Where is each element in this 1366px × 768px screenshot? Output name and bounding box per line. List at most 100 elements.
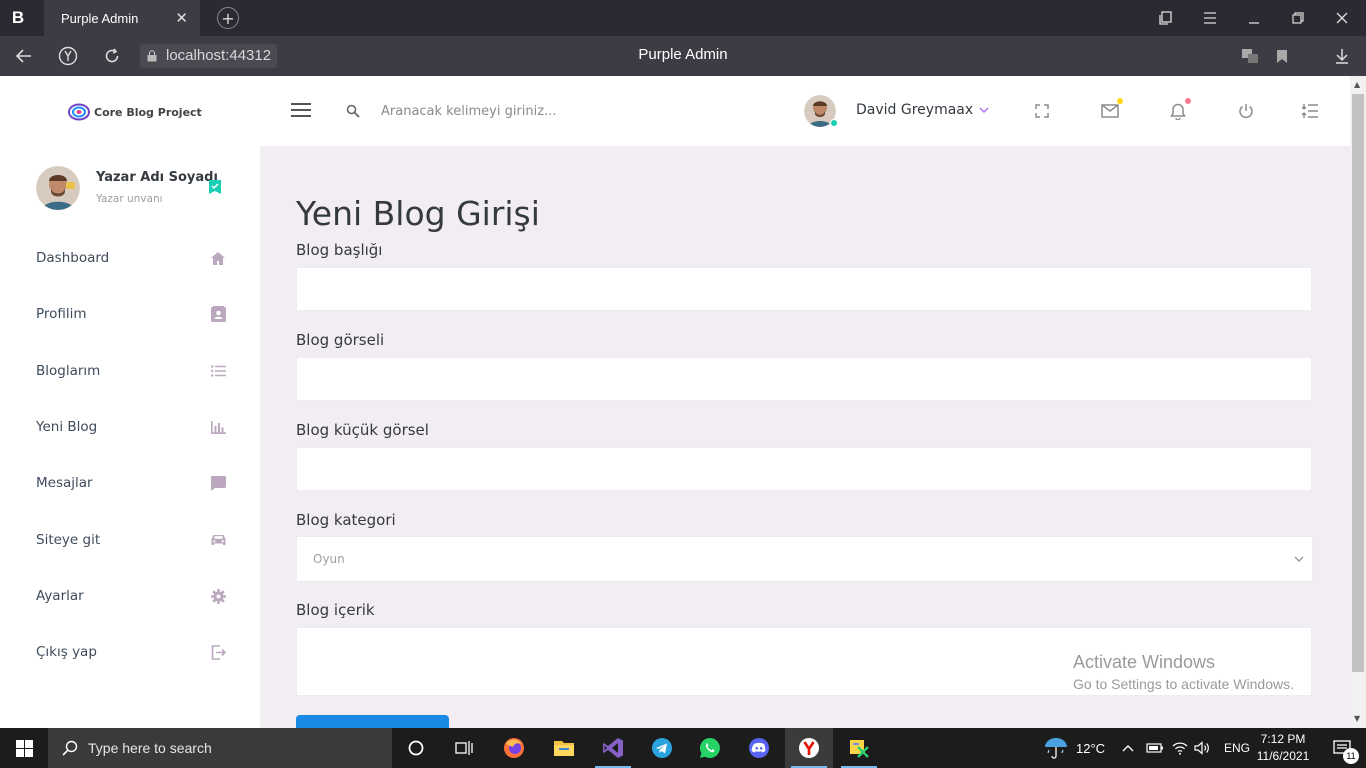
header-avatar[interactable] [804, 95, 838, 127]
hamburger-menu-icon[interactable] [291, 103, 311, 119]
page-scrollbar[interactable]: ▲ ▼ [1350, 76, 1366, 728]
blog-thumbnail-input[interactable] [296, 447, 1312, 491]
scroll-down-arrow-icon[interactable]: ▼ [1354, 714, 1360, 723]
visual-studio-icon[interactable] [589, 728, 637, 768]
sidebar-item-label: Siteye git [36, 532, 101, 548]
power-icon[interactable] [1235, 100, 1257, 122]
file-explorer-icon[interactable] [540, 728, 588, 768]
sidebar-item-cikis-yap[interactable]: Çıkış yap [36, 640, 226, 664]
chevron-down-icon [1294, 556, 1304, 562]
browser-tab-active[interactable]: Purple Admin ✕ [44, 0, 200, 36]
menu-icon[interactable] [1188, 0, 1232, 36]
tab-close-icon[interactable]: ✕ [175, 9, 188, 27]
url-field[interactable]: localhost:44312 [140, 44, 278, 68]
car-icon [210, 532, 226, 548]
brand-name: Core Blog Project [94, 105, 202, 119]
search-icon [62, 740, 78, 756]
browser-logo[interactable]: B [0, 0, 36, 36]
sidebar-item-label: Mesajlar [36, 475, 93, 491]
bell-icon[interactable] [1167, 98, 1191, 122]
format-list-icon[interactable] [1299, 100, 1321, 122]
yandex-browser-icon[interactable] [785, 728, 833, 768]
browser-tab-bar: B Purple Admin ✕ + [0, 0, 1366, 36]
blog-image-input[interactable] [296, 357, 1312, 401]
umbrella-icon [1045, 738, 1067, 759]
chevron-up-icon[interactable] [1122, 744, 1134, 752]
sidebar-item-label: Profilim [36, 306, 87, 322]
brand-swirl-icon [68, 103, 90, 121]
sidebar-item-mesajlar[interactable]: Mesajlar [36, 471, 226, 495]
scrollbar-thumb[interactable] [1352, 94, 1364, 672]
blog-title-label: Blog başlığı [296, 241, 383, 259]
new-tab-button[interactable]: + [217, 7, 239, 29]
bar-chart-icon [210, 419, 226, 435]
list-icon [210, 363, 226, 379]
discord-icon[interactable] [735, 728, 783, 768]
exit-icon [210, 644, 226, 660]
restore-icon[interactable] [1276, 0, 1320, 36]
verified-bookmark-icon [209, 180, 221, 194]
notification-count: 11 [1343, 748, 1359, 764]
main-content: Yeni Blog Girişi Blog başlığı Blog görse… [260, 146, 1350, 728]
profile-avatar [36, 166, 80, 210]
tab-title: Purple Admin [61, 10, 139, 26]
input-language[interactable]: ENG [1224, 741, 1250, 755]
system-tray[interactable]: ENG [1122, 728, 1250, 768]
bookmark-icon[interactable] [1270, 44, 1294, 68]
translate-icon[interactable] [1238, 44, 1262, 68]
search-input[interactable] [381, 99, 681, 123]
back-arrow-icon[interactable] [12, 44, 36, 68]
submit-button[interactable] [296, 715, 449, 728]
message-icon [210, 475, 226, 491]
weather-widget[interactable]: 12°C [1044, 728, 1105, 768]
sidebar: Yazar Adı Soyadı Yazar unvanı Dashboard … [0, 146, 260, 728]
mail-icon[interactable] [1099, 98, 1123, 122]
page-title: Yeni Blog Girişi [296, 194, 540, 233]
download-icon[interactable] [1330, 44, 1354, 68]
taskbar-clock[interactable]: 7:12 PM 11/6/2021 [1250, 731, 1316, 765]
task-view-icon[interactable] [440, 728, 488, 768]
sidebar-item-siteye-git[interactable]: Siteye git [36, 528, 226, 552]
brand-logo[interactable]: Core Blog Project [68, 103, 202, 121]
cortana-icon[interactable] [392, 728, 440, 768]
blog-content-textarea[interactable] [296, 627, 1312, 696]
blog-title-input[interactable] [296, 267, 1312, 311]
sticky-tool-icon[interactable] [835, 728, 883, 768]
chevron-down-icon [979, 106, 989, 113]
blog-category-select[interactable]: Oyun [296, 536, 1313, 582]
minimize-icon[interactable] [1232, 0, 1276, 36]
header-user-dropdown[interactable]: David Greymaax [856, 102, 989, 118]
taskbar-search[interactable]: Type here to search [48, 728, 392, 768]
blog-image-label: Blog görseli [296, 331, 385, 349]
telegram-icon[interactable] [638, 728, 686, 768]
firefox-icon[interactable] [490, 728, 538, 768]
app-header: Core Blog Project David Greymaax [0, 76, 1350, 146]
profile-name: Yazar Adı Soyadı [96, 170, 218, 185]
sidebar-item-label: Ayarlar [36, 588, 84, 604]
profile-title: Yazar unvanı [96, 193, 163, 205]
whatsapp-icon[interactable] [686, 728, 734, 768]
fullscreen-icon[interactable] [1031, 100, 1053, 122]
close-window-icon[interactable] [1320, 0, 1364, 36]
sidebar-item-yeni-blog[interactable]: Yeni Blog [36, 415, 226, 439]
sidebar-item-label: Bloglarım [36, 363, 101, 379]
sidebar-item-bloglarim[interactable]: Bloglarım [36, 359, 226, 383]
sidebar-item-label: Çıkış yap [36, 644, 97, 660]
sidebar-item-ayarlar[interactable]: Ayarlar [36, 584, 226, 608]
clock-time: 7:12 PM [1260, 732, 1306, 746]
blog-category-label: Blog kategori [296, 511, 396, 529]
reload-icon[interactable] [100, 44, 124, 68]
battery-icon[interactable] [1146, 742, 1164, 754]
blog-thumbnail-label: Blog küçük görsel [296, 421, 429, 439]
scroll-up-arrow-icon[interactable]: ▲ [1354, 80, 1360, 89]
header-user-name: David Greymaax [856, 102, 974, 118]
gear-icon [210, 588, 226, 604]
sidebar-item-profilim[interactable]: Profilim [36, 302, 226, 326]
sidebar-item-dashboard[interactable]: Dashboard [36, 246, 226, 270]
tab-manager-icon[interactable] [1144, 0, 1188, 36]
notification-center-icon[interactable]: 11 [1322, 728, 1362, 768]
windows-start-icon[interactable] [0, 728, 48, 768]
yandex-icon[interactable] [56, 44, 80, 68]
volume-icon[interactable] [1194, 741, 1210, 755]
wifi-icon[interactable] [1172, 741, 1188, 755]
